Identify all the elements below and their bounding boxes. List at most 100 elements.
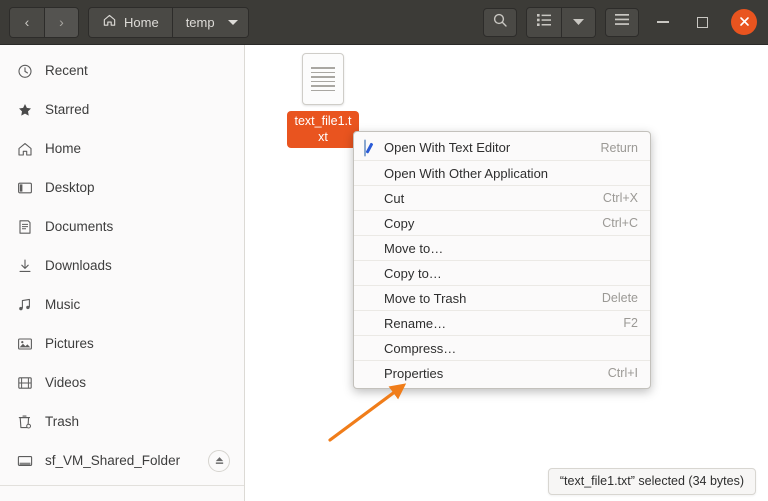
- clock-icon: [16, 62, 33, 79]
- maximize-button[interactable]: [687, 7, 717, 37]
- sidebar-item-label: Home: [45, 141, 82, 156]
- hamburger-menu-icon: [614, 13, 630, 31]
- breadcrumb: Home temp: [88, 6, 249, 38]
- sidebar-item-label: Pictures: [45, 336, 94, 351]
- menu-item-label: Copy to…: [384, 265, 442, 281]
- sidebar-item-music[interactable]: Music: [0, 285, 244, 324]
- search-button[interactable]: [483, 7, 517, 37]
- menu-item-label: Copy: [384, 215, 415, 231]
- sidebar-item-videos[interactable]: Videos: [0, 363, 244, 402]
- navigation-buttons: ‹ ›: [9, 6, 79, 38]
- menu-item-accel: Ctrl+C: [602, 216, 638, 230]
- header-right-group: [474, 6, 759, 38]
- sidebar-item-label: Desktop: [45, 180, 95, 195]
- menu-item-label: Cut: [384, 190, 405, 206]
- forward-button[interactable]: ›: [44, 7, 78, 37]
- menu-item-label: Properties: [384, 365, 444, 381]
- chevron-down-icon: [572, 13, 585, 31]
- download-icon: [16, 257, 33, 274]
- home-icon: [102, 13, 117, 31]
- documents-icon: [16, 218, 33, 235]
- status-bar: “text_file1.txt” selected (34 bytes): [547, 468, 756, 495]
- close-icon: [739, 15, 750, 30]
- menu-item-cut[interactable]: Cut Ctrl+X: [354, 185, 650, 210]
- sidebar-item-label: Starred: [45, 102, 90, 117]
- menu-item-copy-to[interactable]: Copy to…: [354, 260, 650, 285]
- breadcrumb-item-home[interactable]: Home: [89, 7, 172, 37]
- eject-icon: [215, 457, 223, 464]
- list-view-button[interactable]: [527, 7, 561, 37]
- header-left-group: ‹ › Home temp: [9, 6, 249, 38]
- menu-item-move-to-trash[interactable]: Move to Trash Delete: [354, 285, 650, 310]
- menu-item-compress[interactable]: Compress…: [354, 335, 650, 360]
- menu-item-label: Move to Trash: [384, 290, 467, 306]
- star-icon: [16, 101, 33, 118]
- sidebar-item-pictures[interactable]: Pictures: [0, 324, 244, 363]
- menu-item-accel: Ctrl+I: [607, 366, 638, 380]
- sidebar-item-label: Music: [45, 297, 81, 312]
- file-name-label: text_file1.txt: [287, 111, 359, 148]
- chevron-right-icon: ›: [59, 14, 64, 30]
- sidebar-item-other-locations[interactable]: Other Locations: [0, 490, 244, 501]
- menu-item-rename[interactable]: Rename… F2: [354, 310, 650, 335]
- desktop-icon: [16, 179, 33, 196]
- sidebar-item-label: Recent: [45, 63, 88, 78]
- trash-icon: [16, 413, 33, 430]
- header-bar: ‹ › Home temp: [0, 0, 768, 45]
- sidebar-item-label: Downloads: [45, 258, 112, 273]
- breadcrumb-home-label: Home: [124, 14, 159, 30]
- menu-item-accel: F2: [623, 316, 638, 330]
- view-toggle-group: [526, 6, 596, 38]
- menu-item-move-to[interactable]: Move to…: [354, 235, 650, 260]
- sidebar: Recent Starred Home Desktop Documents Do…: [0, 45, 245, 501]
- sidebar-divider: [0, 485, 244, 486]
- menu-item-open-with-other-application[interactable]: Open With Other Application: [354, 160, 650, 185]
- back-button[interactable]: ‹: [10, 7, 44, 37]
- sidebar-item-starred[interactable]: Starred: [0, 90, 244, 129]
- sidebar-item-trash[interactable]: Trash: [0, 402, 244, 441]
- menu-item-open-with-text-editor[interactable]: Open With Text Editor Return: [354, 135, 650, 160]
- sidebar-item-home[interactable]: Home: [0, 129, 244, 168]
- drive-icon: [16, 452, 33, 469]
- text-editor-icon: [364, 139, 379, 156]
- search-icon: [492, 12, 508, 33]
- menu-item-accel: Return: [600, 140, 638, 155]
- sidebar-item-desktop[interactable]: Desktop: [0, 168, 244, 207]
- music-icon: [16, 296, 33, 313]
- menu-item-label: Rename…: [384, 315, 447, 331]
- breadcrumb-item-temp[interactable]: temp: [171, 7, 248, 37]
- pictures-icon: [16, 335, 33, 352]
- menu-item-label: Move to…: [384, 240, 444, 256]
- sidebar-item-label: Documents: [45, 219, 114, 234]
- chevron-left-icon: ‹: [24, 14, 30, 30]
- menu-item-copy[interactable]: Copy Ctrl+C: [354, 210, 650, 235]
- eject-button[interactable]: [208, 449, 230, 472]
- sidebar-item-label: Trash: [45, 414, 80, 429]
- breadcrumb-temp-label: temp: [185, 14, 215, 30]
- list-view-icon: [536, 13, 552, 32]
- files-window: ‹ › Home temp Recent Starred Home Deskto…: [0, 0, 768, 501]
- menu-item-accel: Ctrl+X: [602, 191, 638, 205]
- menu-item-label: Open With Text Editor: [384, 140, 511, 155]
- sidebar-item-label: Videos: [45, 375, 87, 390]
- minimize-button[interactable]: [648, 7, 678, 37]
- context-menu: Open With Text Editor Return Open With O…: [353, 131, 651, 389]
- sidebar-item-label: sf_VM_Shared_Folder: [45, 453, 181, 468]
- close-button[interactable]: [731, 9, 757, 35]
- menu-item-accel: Delete: [601, 291, 638, 305]
- menu-item-label: Open With Other Application: [384, 165, 549, 181]
- main-menu-button[interactable]: [605, 7, 639, 37]
- sidebar-item-downloads[interactable]: Downloads: [0, 246, 244, 285]
- menu-item-label: Compress…: [384, 340, 457, 356]
- sidebar-item-recent[interactable]: Recent: [0, 51, 244, 90]
- sidebar-item-sf-vm-shared-folder[interactable]: sf_VM_Shared_Folder: [0, 441, 244, 480]
- sidebar-item-documents[interactable]: Documents: [0, 207, 244, 246]
- view-options-button[interactable]: [561, 7, 595, 37]
- chevron-down-icon: [227, 19, 238, 25]
- video-icon: [16, 374, 33, 391]
- menu-item-properties[interactable]: Properties Ctrl+I: [354, 360, 650, 385]
- maximize-icon: [696, 16, 708, 28]
- minimize-icon: [657, 21, 669, 23]
- text-file-icon: [302, 53, 344, 105]
- home-icon: [16, 140, 33, 157]
